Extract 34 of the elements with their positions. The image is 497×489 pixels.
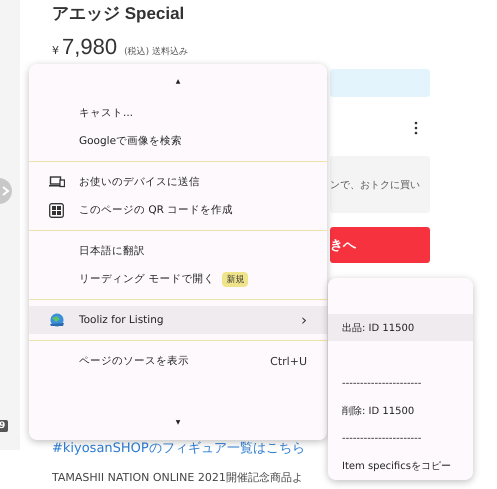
menu-item-label: 日本語に翻訳 (79, 244, 145, 258)
menu-item-label: リーディング モードで開く (79, 272, 214, 286)
menu-item-label: ページのソースを表示 (79, 354, 189, 368)
coupon-text: ンで、おトクに買い (330, 178, 420, 192)
menu-item[interactable]: このページの QR コードを作成 (29, 196, 327, 224)
menu-item[interactable]: お使いのデバイスに送信 (29, 168, 327, 196)
submenu-item[interactable]: ---------------------- (328, 369, 473, 397)
menu-item[interactable]: リーディング モードで開く 新規 (29, 265, 327, 293)
new-badge: 新規 (222, 272, 248, 286)
globe-icon (49, 313, 65, 327)
menu-item-label: Googleで画像を検索 (79, 134, 182, 148)
menu-item-label: キャスト... (79, 106, 134, 120)
menu-item-label: このページの QR コードを作成 (79, 203, 234, 217)
submenu-item[interactable]: 削除: ID 11500 (328, 396, 473, 425)
menu-item[interactable]: ページのソースを表示 Ctrl+U (29, 347, 327, 375)
shortcut-text: Ctrl+U (270, 354, 307, 368)
product-price: 7,980 (62, 34, 118, 60)
qr-code-icon (49, 202, 64, 218)
devices-icon (49, 176, 65, 188)
menu-item[interactable]: キャスト... (29, 99, 327, 127)
submenu-arrow: › (301, 311, 307, 329)
description-text: TAMASHII NATION ONLINE 2021開催記念商品よ (52, 470, 304, 485)
chevron-right-icon (2, 186, 10, 196)
menu-item[interactable]: Tooliz for Listing › (29, 306, 327, 334)
menu-item-label: お使いのデバイスに送信 (79, 175, 200, 189)
menu-item[interactable]: Googleで画像を検索 (29, 127, 327, 155)
currency-sign: ¥ (52, 44, 59, 57)
buy-button[interactable]: きへ (330, 227, 430, 263)
price-note: (税込) 送料込み (124, 46, 188, 58)
product-title: アエッジ Special (52, 3, 186, 25)
submenu-item[interactable]: 出品: ID 11500 (328, 314, 473, 342)
more-icon[interactable] (414, 121, 418, 135)
menu-item[interactable]: 日本語に翻訳 (29, 237, 327, 265)
menu-item-label: Tooliz for Listing (79, 314, 164, 326)
